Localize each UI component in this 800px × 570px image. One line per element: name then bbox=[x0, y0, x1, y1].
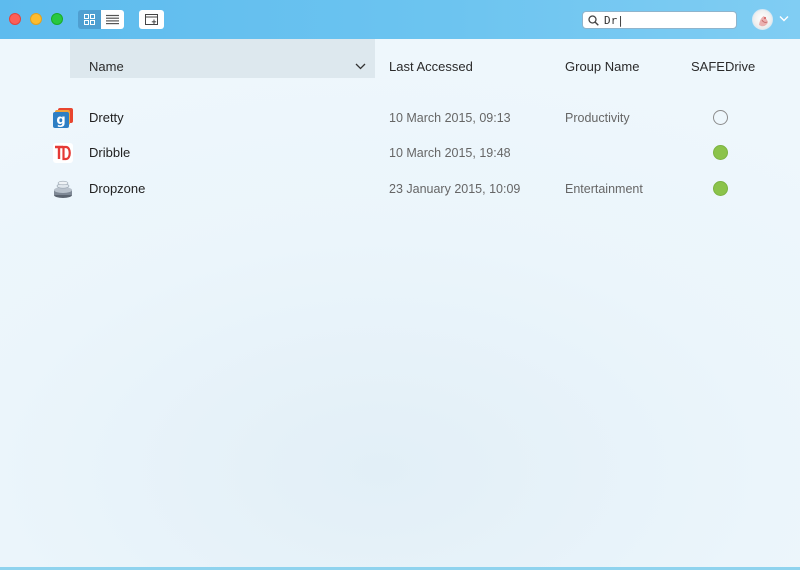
search-value: Dr| bbox=[604, 13, 624, 27]
row-name: Dretty bbox=[89, 110, 124, 125]
column-header-safedrive[interactable]: SAFEDrive bbox=[691, 59, 755, 74]
new-window-button[interactable] bbox=[139, 10, 164, 29]
list-icon bbox=[106, 14, 119, 25]
row-group: Entertainment bbox=[565, 182, 643, 196]
column-header-last-accessed[interactable]: Last Accessed bbox=[389, 59, 473, 74]
svg-text:g: g bbox=[56, 113, 65, 128]
list-view-button[interactable] bbox=[101, 10, 124, 29]
avatar[interactable] bbox=[752, 9, 773, 30]
row-group: Productivity bbox=[565, 111, 630, 125]
row-name: Dropzone bbox=[89, 181, 146, 196]
maximize-window-button[interactable] bbox=[51, 13, 63, 25]
search-icon bbox=[588, 14, 599, 26]
column-header-name[interactable]: Name bbox=[89, 59, 124, 74]
safedrive-status-indicator[interactable] bbox=[713, 110, 728, 125]
sort-chevron-icon[interactable] bbox=[355, 63, 366, 70]
new-window-icon bbox=[144, 13, 158, 25]
search-input[interactable]: Dr| bbox=[582, 11, 737, 29]
grid-view-button[interactable] bbox=[78, 10, 101, 29]
row-last-accessed: 23 January 2015, 10:09 bbox=[389, 182, 521, 196]
column-header-group-name[interactable]: Group Name bbox=[565, 59, 639, 74]
chevron-down-icon[interactable] bbox=[779, 15, 789, 22]
safedrive-status-indicator[interactable] bbox=[713, 145, 728, 160]
dribble-app-icon bbox=[53, 143, 73, 163]
dretty-app-icon: g bbox=[53, 108, 73, 128]
safedrive-status-indicator[interactable] bbox=[713, 181, 728, 196]
row-name: Dribble bbox=[89, 145, 131, 160]
grid-icon bbox=[84, 14, 95, 25]
row-last-accessed: 10 March 2015, 09:13 bbox=[389, 111, 511, 125]
table-row[interactable]: g Dretty 10 March 2015, 09:13 Productivi… bbox=[0, 108, 800, 138]
dropzone-app-icon bbox=[54, 180, 72, 198]
row-last-accessed: 10 March 2015, 19:48 bbox=[389, 146, 511, 160]
minimize-window-button[interactable] bbox=[30, 13, 42, 25]
close-window-button[interactable] bbox=[9, 13, 21, 25]
table-row[interactable]: Dropzone 23 January 2015, 10:09 Entertai… bbox=[0, 179, 800, 209]
table-row[interactable]: Dribble 10 March 2015, 19:48 bbox=[0, 143, 800, 173]
